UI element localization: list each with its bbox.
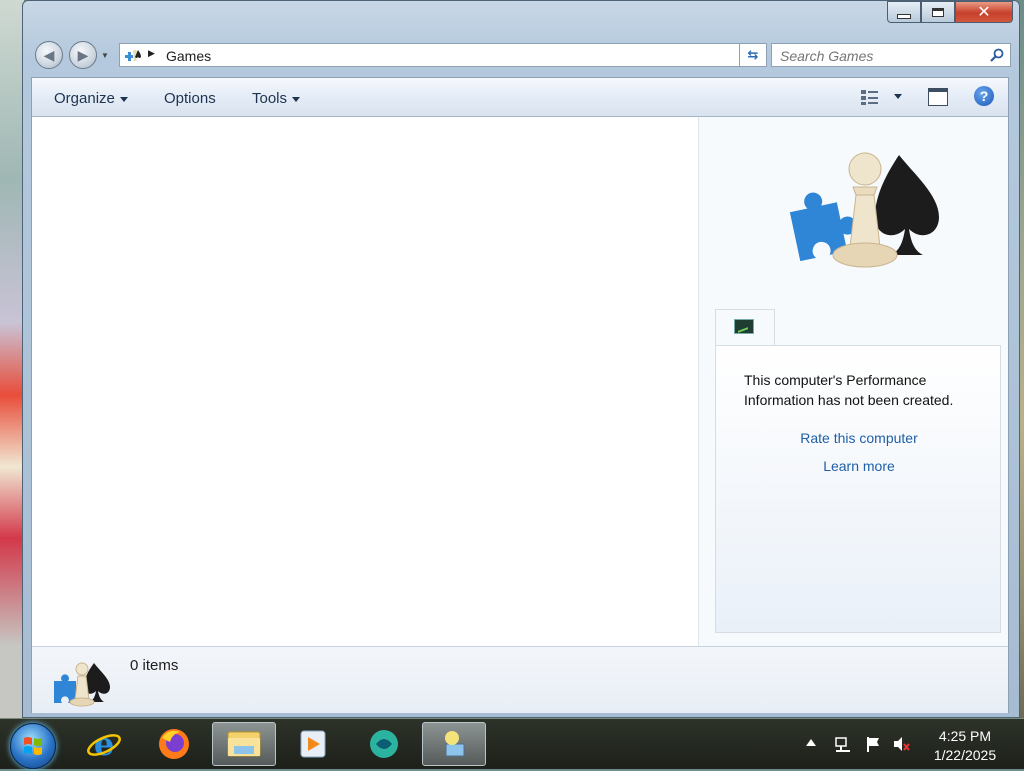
tools-menu[interactable]: Tools — [252, 90, 301, 107]
performance-tab[interactable] — [715, 309, 775, 345]
clock-time: 4:25 PM — [938, 728, 992, 744]
windows-explorer-icon — [227, 731, 261, 757]
volume-muted-icon[interactable] — [892, 735, 910, 753]
back-arrow-icon: ◀ — [43, 46, 55, 63]
maximize-icon — [932, 7, 944, 17]
change-view-icon[interactable] — [860, 88, 880, 106]
messenger-icon — [370, 730, 398, 758]
rate-this-computer-link[interactable]: Rate this computer — [716, 430, 1002, 446]
taskbar-messenger[interactable] — [352, 722, 416, 766]
minimize-button[interactable] — [887, 1, 921, 23]
breadcrumb-separator-icon[interactable]: ▶ — [148, 48, 155, 59]
maximize-button[interactable] — [921, 1, 955, 23]
taskbar-windows-explorer[interactable] — [212, 722, 276, 766]
search-input[interactable] — [772, 44, 992, 68]
network-app-icon — [445, 731, 465, 757]
taskbar-firefox[interactable] — [142, 722, 206, 766]
breadcrumb-games[interactable]: Games — [166, 48, 211, 64]
clock-date: 1/22/2025 — [933, 747, 997, 763]
show-hidden-icons-icon[interactable] — [806, 739, 816, 746]
close-icon: ✕ — [977, 4, 991, 21]
svg-text:e: e — [94, 726, 114, 762]
taskbar: e 4:25 PM 1/22/2025 — [0, 718, 1024, 769]
command-bar: Organize Options Tools ? — [32, 78, 1008, 117]
explorer-content: Organize Options Tools ? This computer's… — [31, 77, 1009, 713]
details-pane: This computer's Performance Information … — [699, 117, 1008, 646]
navigation-bar: ◀ ▶ ▼ ▶ Games ⇆ — [31, 39, 1013, 71]
start-button[interactable] — [10, 723, 56, 769]
options-button[interactable]: Options — [164, 90, 216, 107]
refresh-icon: ⇆ — [747, 47, 759, 62]
close-button[interactable]: ✕ — [955, 1, 1013, 23]
help-icon[interactable]: ? — [974, 86, 994, 106]
internet-explorer-icon: e — [87, 726, 121, 762]
games-icon — [789, 152, 939, 268]
windows-logo-icon — [24, 737, 42, 755]
firefox-icon — [159, 729, 189, 759]
minimize-icon — [897, 13, 911, 19]
network-icon[interactable] — [834, 735, 852, 753]
chevron-down-icon — [119, 96, 128, 102]
performance-message: This computer's Performance Information … — [744, 372, 954, 408]
view-options-dropdown-icon[interactable] — [894, 94, 902, 99]
recent-pages-dropdown[interactable]: ▼ — [101, 51, 109, 60]
taskbar-network-app[interactable] — [422, 722, 486, 766]
performance-monitor-icon — [734, 319, 754, 334]
search-box — [771, 43, 1011, 68]
organize-label: Organize — [54, 90, 115, 107]
games-folder-icon — [125, 49, 141, 61]
file-list-area[interactable] — [32, 117, 699, 646]
item-count: 0 items — [130, 657, 179, 674]
games-small-icon — [54, 662, 110, 707]
games-explorer-window: ✕ ◀ ▶ ▼ ▶ Games ⇆ Organize Options — [22, 0, 1020, 718]
performance-panel: This computer's Performance Information … — [715, 345, 1001, 633]
caption-buttons: ✕ — [887, 1, 1013, 23]
action-center-flag-icon[interactable] — [864, 735, 882, 753]
search-icon[interactable] — [990, 48, 1004, 62]
media-player-icon — [300, 730, 326, 758]
desktop-background — [0, 0, 24, 718]
forward-button[interactable]: ▶ — [69, 41, 97, 69]
refresh-button[interactable]: ⇆ — [739, 43, 767, 67]
tools-label: Tools — [252, 90, 288, 107]
chevron-down-icon — [292, 96, 301, 102]
preview-pane-icon[interactable] — [928, 88, 948, 106]
learn-more-link[interactable]: Learn more — [716, 458, 1002, 474]
back-button[interactable]: ◀ — [35, 41, 63, 69]
taskbar-media-player[interactable] — [282, 722, 346, 766]
forward-arrow-icon: ▶ — [77, 46, 89, 63]
address-bar[interactable]: ▶ Games — [119, 43, 765, 67]
organize-menu[interactable]: Organize — [54, 90, 128, 107]
taskbar-internet-explorer[interactable]: e — [72, 722, 136, 766]
system-clock[interactable]: 4:25 PM 1/22/2025 — [920, 727, 1010, 765]
details-bar: 0 items — [32, 646, 1008, 713]
